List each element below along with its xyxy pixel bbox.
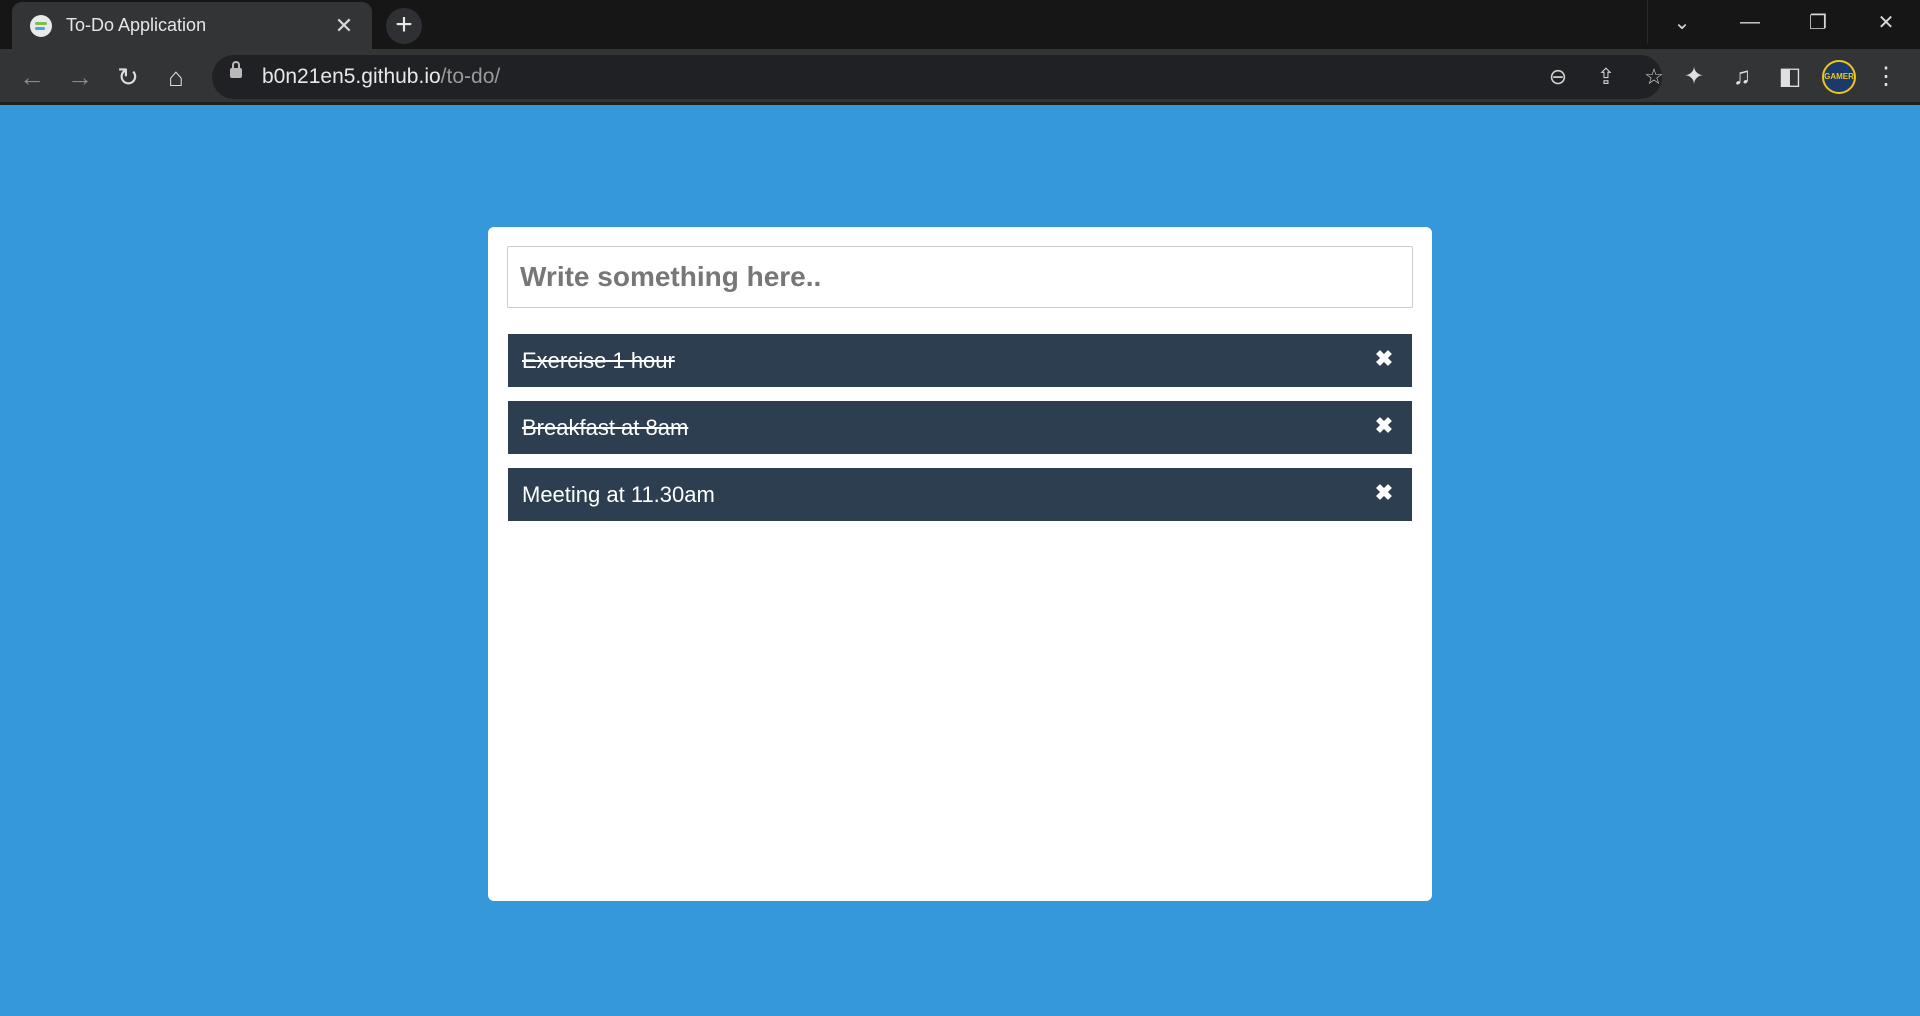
delete-icon[interactable]: ✖: [1370, 346, 1398, 372]
browser-menu-icon[interactable]: ⋮: [1866, 57, 1906, 97]
browser-tab-strip: To-Do Application ✕ + ⌄ — ❐ ✕: [0, 0, 1920, 49]
home-icon[interactable]: ⌂: [156, 57, 196, 97]
browser-toolbar: ← → ↻ ⌂ b0n21en5.github.io/to-do/ ⊖ ⇪ ☆ …: [0, 49, 1920, 105]
url-host: b0n21en5.github.io: [262, 65, 441, 88]
side-panel-icon[interactable]: ◧: [1770, 57, 1810, 97]
todo-item-text[interactable]: Exercise 1 hour: [522, 348, 1370, 374]
profile-avatar[interactable]: GAMER: [1822, 60, 1856, 94]
todo-list: Exercise 1 hour ✖ Breakfast at 8am ✖ Mee…: [508, 334, 1412, 535]
lock-icon[interactable]: [230, 61, 242, 78]
url-text[interactable]: b0n21en5.github.io/to-do/: [262, 55, 500, 99]
todo-card: Exercise 1 hour ✖ Breakfast at 8am ✖ Mee…: [488, 227, 1432, 901]
delete-icon[interactable]: ✖: [1370, 413, 1398, 439]
forward-arrow-icon[interactable]: →: [60, 57, 100, 97]
url-path: /to-do/: [440, 65, 501, 88]
minimize-button[interactable]: —: [1716, 0, 1784, 44]
bookmark-star-icon[interactable]: ☆: [1638, 61, 1670, 93]
extensions-puzzle-icon[interactable]: ✦: [1674, 57, 1714, 97]
share-icon[interactable]: ⇪: [1590, 61, 1622, 93]
todo-item-text[interactable]: Meeting at 11.30am: [522, 482, 1370, 508]
tab-close-icon[interactable]: ✕: [330, 12, 358, 40]
window-controls: ⌄ — ❐ ✕: [1647, 0, 1920, 44]
todo-item[interactable]: Breakfast at 8am ✖: [508, 401, 1412, 454]
restore-button[interactable]: ❐: [1784, 0, 1852, 44]
reload-icon[interactable]: ↻: [108, 57, 148, 97]
close-window-button[interactable]: ✕: [1852, 0, 1920, 44]
tab-title: To-Do Application: [66, 15, 207, 35]
address-bar[interactable]: b0n21en5.github.io/to-do/ ⊖ ⇪ ☆: [212, 55, 1664, 99]
zoom-out-icon[interactable]: ⊖: [1542, 61, 1574, 93]
todo-item-text[interactable]: Breakfast at 8am: [522, 415, 1370, 441]
delete-icon[interactable]: ✖: [1370, 480, 1398, 506]
media-control-icon[interactable]: ♫: [1722, 57, 1762, 97]
todo-item[interactable]: Exercise 1 hour ✖: [508, 334, 1412, 387]
todo-item[interactable]: Meeting at 11.30am ✖: [508, 468, 1412, 521]
new-tab-button[interactable]: +: [386, 8, 422, 44]
todo-favicon-icon: [30, 14, 52, 37]
back-arrow-icon[interactable]: ←: [12, 57, 52, 97]
todo-input[interactable]: [507, 246, 1413, 308]
tab-search-chevron-icon[interactable]: ⌄: [1647, 0, 1716, 44]
browser-tab-active[interactable]: To-Do Application ✕: [12, 2, 372, 49]
